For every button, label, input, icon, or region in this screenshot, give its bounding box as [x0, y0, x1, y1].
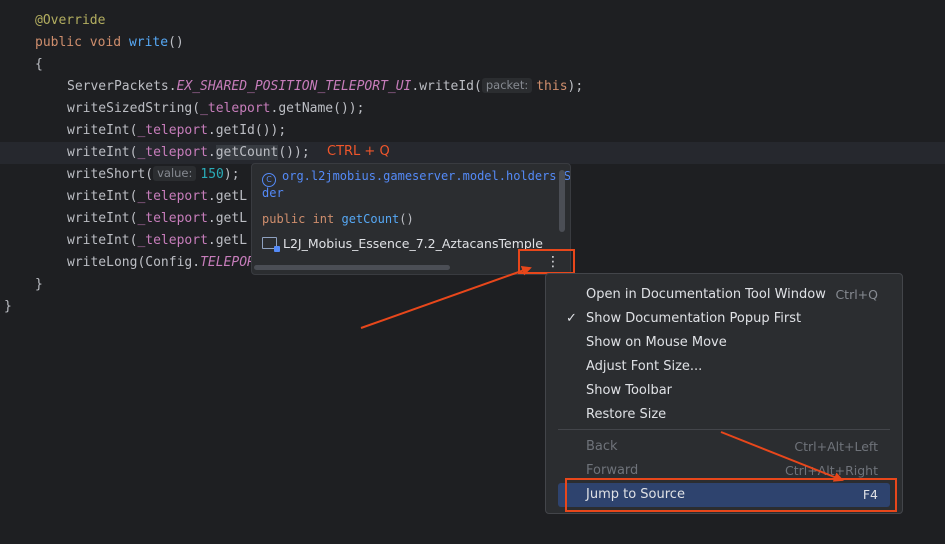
annotation-arrows: [360, 265, 844, 482]
arrow-to-jump-to-source: [720, 431, 844, 482]
arrow-to-more-button: [360, 265, 532, 329]
